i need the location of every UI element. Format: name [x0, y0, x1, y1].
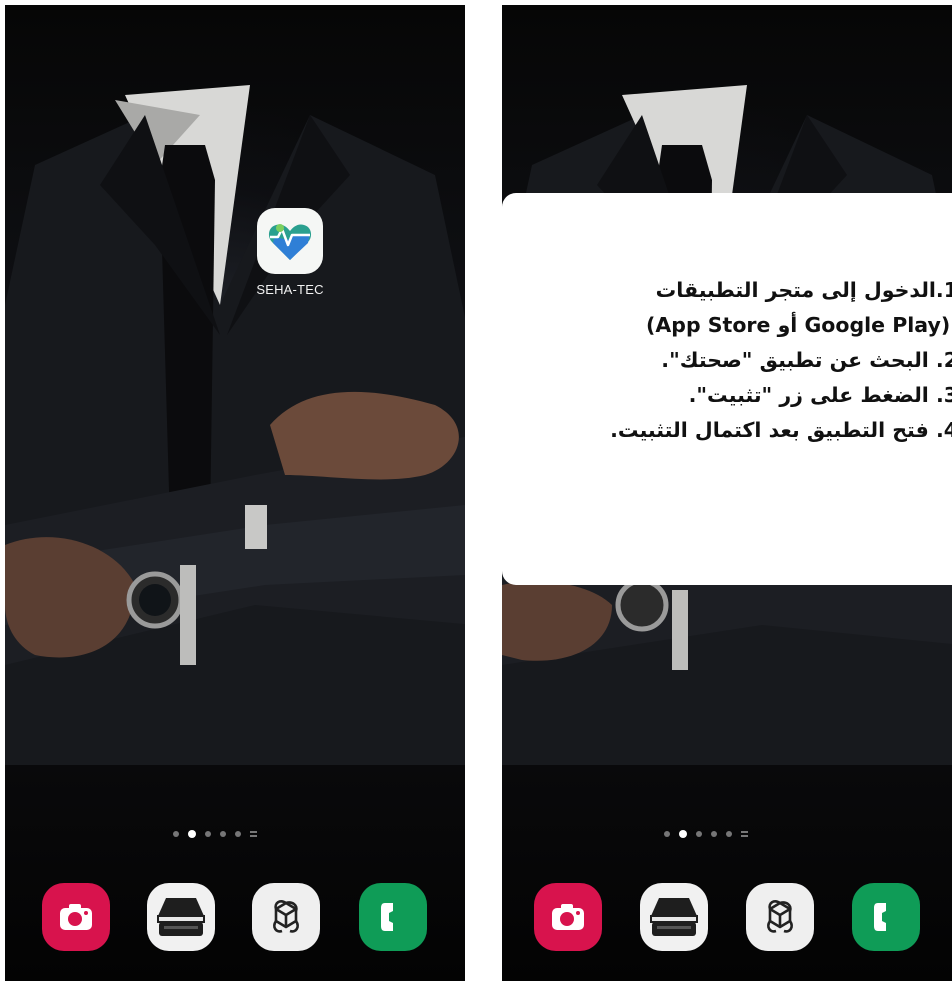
instruction-screen-phone: 1.الدخول إلى متجر التطبيقات (App Store أ… [502, 5, 952, 981]
page: SEHA-TEC 1.الدخول إلى متجر التطبيقات (Ap… [0, 0, 952, 981]
page-list-icon[interactable] [250, 831, 257, 837]
scanner-app-button[interactable] [640, 883, 708, 951]
page-indicator[interactable] [173, 830, 257, 838]
page-dot[interactable] [711, 831, 717, 837]
chatgpt-app-button[interactable] [252, 883, 320, 951]
page-dot[interactable] [726, 831, 732, 837]
scanner-icon [157, 898, 205, 936]
page-dot[interactable] [205, 831, 211, 837]
page-dot[interactable] [173, 831, 179, 837]
scanner-app-button[interactable] [147, 883, 215, 951]
phone-handset-icon [874, 903, 886, 931]
home-screen-phone: SEHA-TEC [5, 5, 465, 981]
page-list-icon[interactable] [741, 831, 748, 837]
step-1-detail: (App Store أو Google Play). [646, 313, 952, 337]
camera-app-button[interactable] [42, 883, 110, 951]
openai-knot-icon [767, 900, 793, 933]
camera-icon [60, 904, 92, 930]
seha-tec-app-label: SEHA-TEC [256, 282, 324, 297]
page-dot-active[interactable] [188, 830, 196, 838]
step-3: 3. الضغط على زر "تثبيت". [688, 383, 952, 407]
page-dot[interactable] [220, 831, 226, 837]
camera-icon [552, 904, 584, 930]
phone-app-button[interactable] [359, 883, 427, 951]
instruction-card: 1.الدخول إلى متجر التطبيقات (App Store أ… [502, 193, 952, 585]
camera-app-button[interactable] [534, 883, 602, 951]
page-dot[interactable] [235, 831, 241, 837]
chatgpt-app-button[interactable] [746, 883, 814, 951]
page-dot[interactable] [696, 831, 702, 837]
page-dot-active[interactable] [679, 830, 687, 838]
step-4: 4. فتح التطبيق بعد اكتمال التثبيت. [610, 418, 952, 442]
page-indicator[interactable] [664, 830, 748, 838]
step-1: 1.الدخول إلى متجر التطبيقات [655, 278, 952, 302]
phone-handset-icon [381, 903, 393, 931]
seha-tec-app-icon[interactable] [257, 208, 323, 274]
seha-tec-heart-map-icon [268, 224, 312, 260]
openai-knot-icon [273, 900, 299, 933]
instruction-steps: 1.الدخول إلى متجر التطبيقات (App Store أ… [502, 273, 952, 448]
phone-app-button[interactable] [852, 883, 920, 951]
seha-tec-app[interactable]: SEHA-TEC [245, 208, 335, 297]
scanner-icon [650, 898, 698, 936]
page-dot[interactable] [664, 831, 670, 837]
step-2: 2. البحث عن تطبيق "صحتك". [661, 348, 952, 372]
